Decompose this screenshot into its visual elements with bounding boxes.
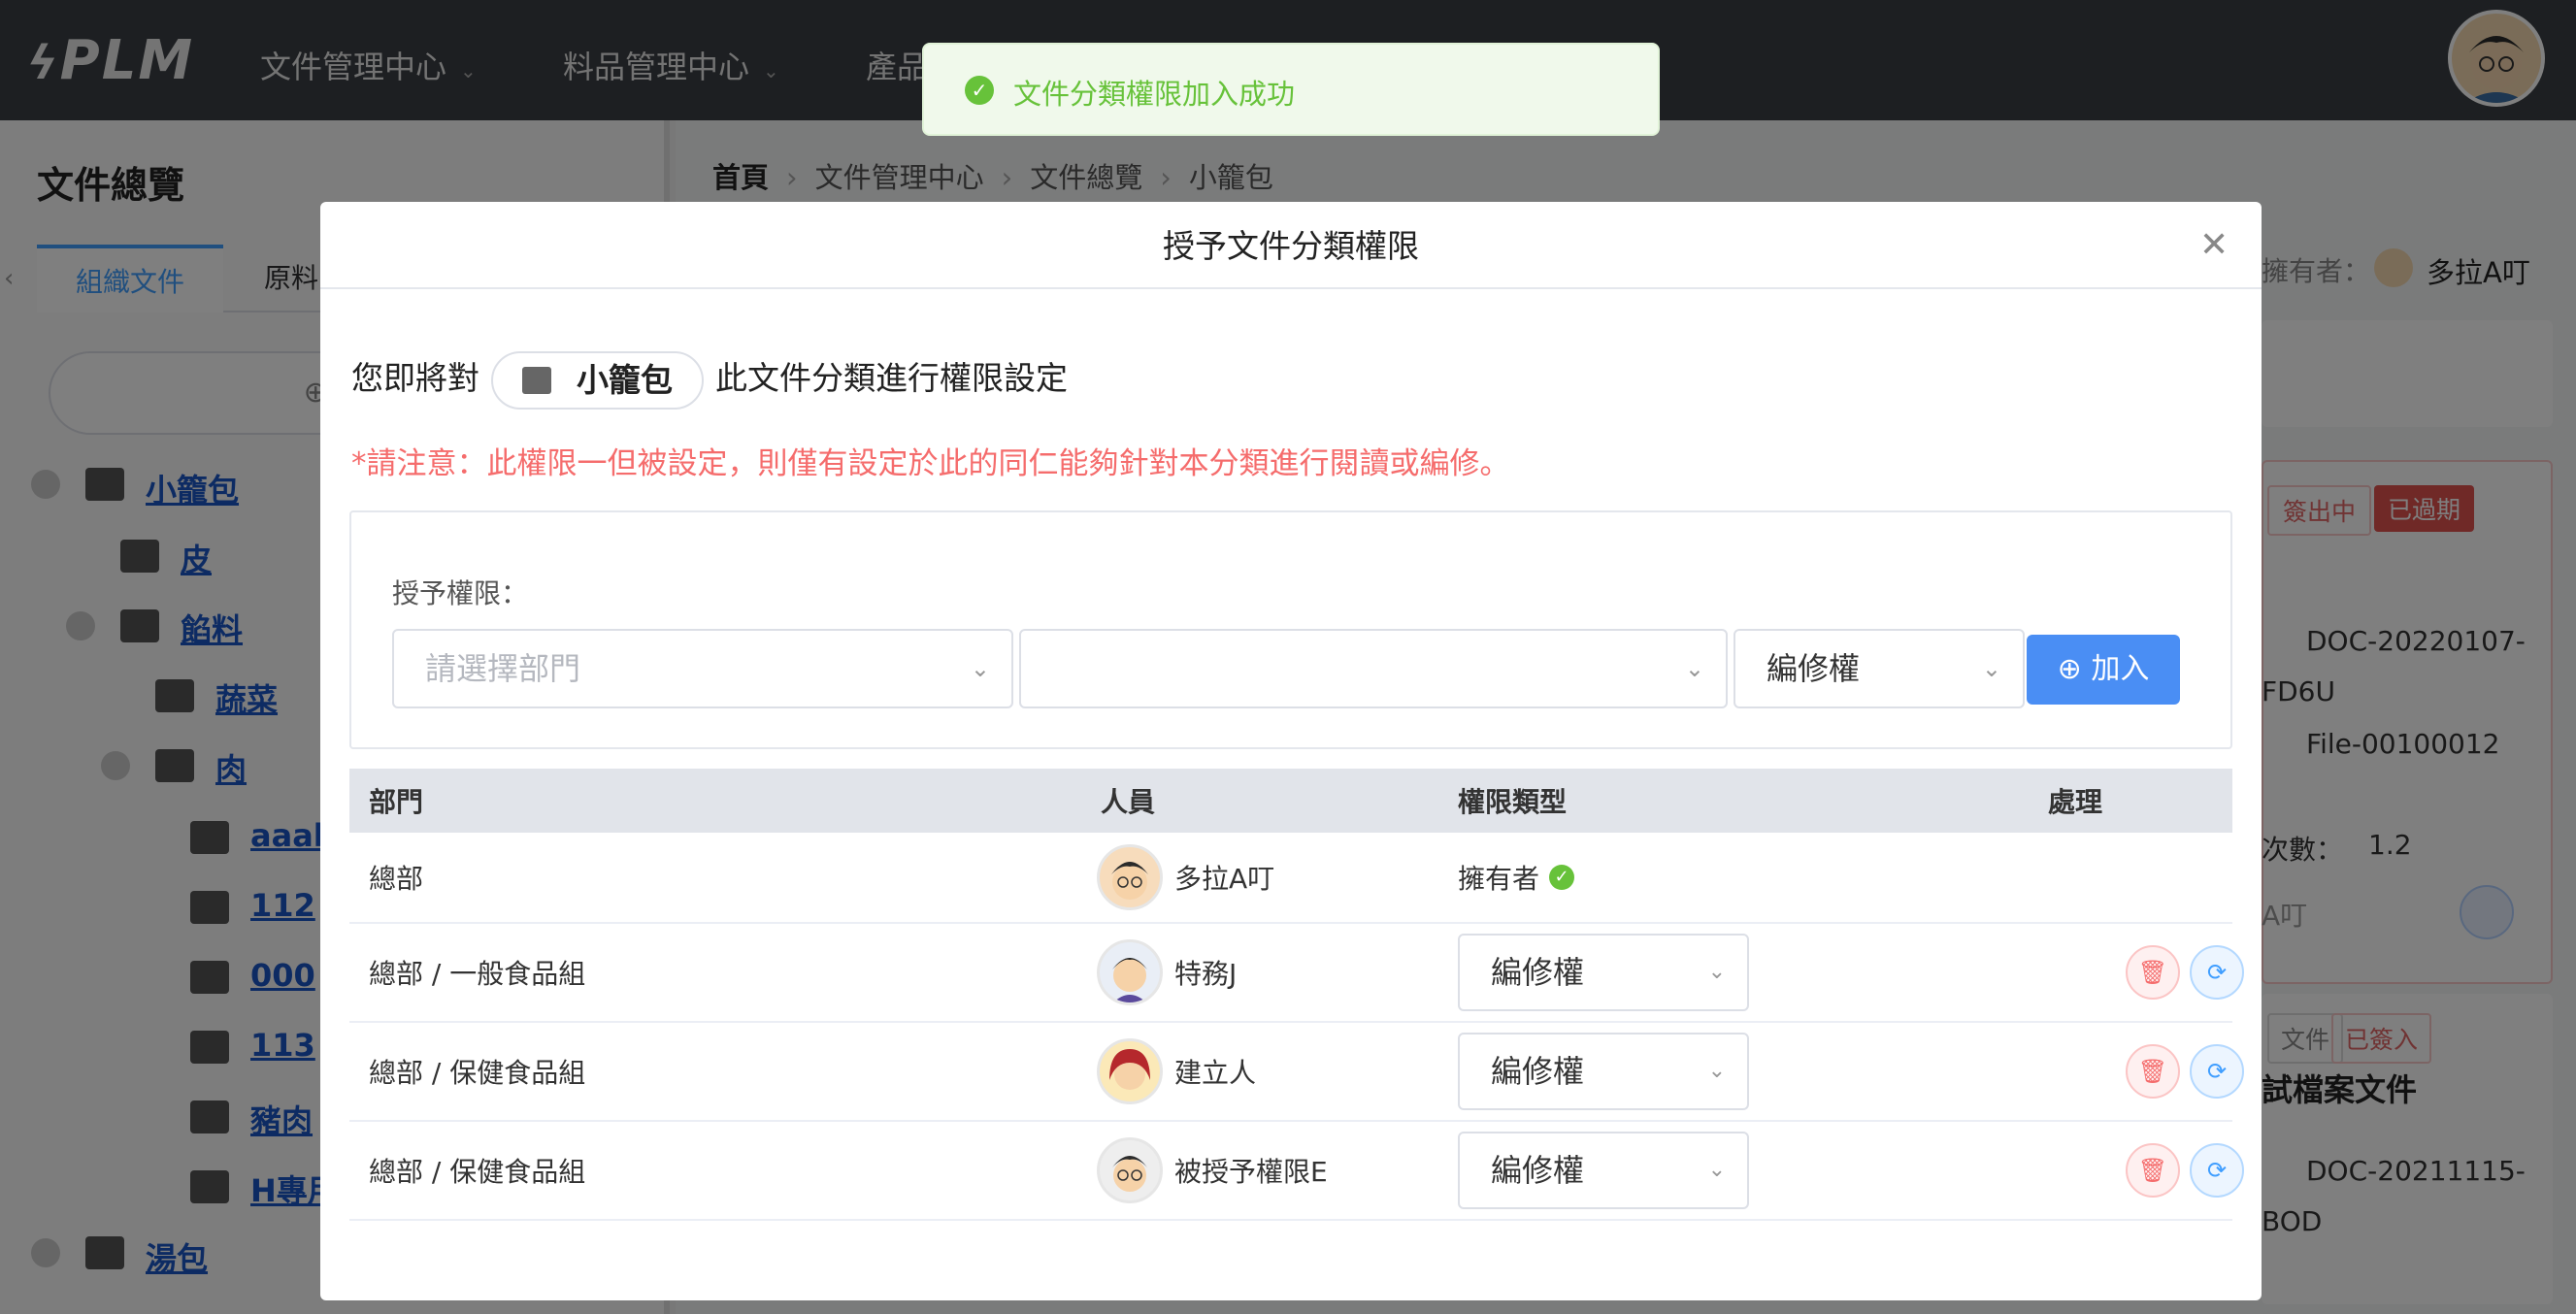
chevron-down-icon: ⌄ [1684, 655, 1704, 682]
delete-button[interactable]: 🗑 [2126, 1143, 2180, 1198]
check-circle-icon: ✓ [1549, 865, 1575, 890]
chevron-down-icon: ⌄ [1707, 960, 1726, 984]
department-cell: 總部 / 一般食品組 [369, 958, 586, 990]
permission-type: 擁有者 [1458, 863, 1540, 895]
person-name: 特務J [1174, 958, 1238, 990]
intro-text: 您即將對 [351, 359, 479, 397]
person-name: 建立人 [1174, 1057, 1257, 1089]
trash-icon: 🗑 [2137, 959, 2168, 986]
avatar [1097, 1038, 1163, 1104]
department-cell: 總部 / 保健食品組 [369, 1057, 586, 1089]
chevron-down-icon: ⌄ [1981, 655, 2001, 682]
column-header: 權限類型 [1458, 786, 1568, 818]
chevron-down-icon: ⌄ [1707, 1158, 1726, 1182]
trash-icon: 🗑 [2137, 1157, 2168, 1184]
permission-cell: 編修權 ⌄ [1458, 924, 1749, 1021]
close-icon[interactable]: ✕ [2199, 228, 2229, 263]
table-row: 總部 / 保健食品組 建立人 編修權 ⌄ 🗑 ⟳ [349, 1023, 2244, 1122]
chevron-down-icon: ⌄ [970, 655, 990, 682]
department-cell: 總部 / 保健食品組 [369, 1156, 586, 1188]
actions-cell: 🗑 ⟳ [2126, 1023, 2254, 1120]
toast-message: 文件分類權限加入成功 [1013, 78, 1296, 111]
dialog-title: 授予文件分類權限 [320, 202, 2262, 289]
actions-cell: 🗑 ⟳ [2126, 1122, 2254, 1219]
person-cell: 多拉A叮 [1097, 833, 1274, 922]
permission-cell: 編修權 ⌄ [1458, 1122, 1749, 1219]
warning-text: *請注意：此權限一但被設定，則僅有設定於此的同仁能夠針對本分類進行閱讀或編修。 [351, 446, 1510, 481]
person-name: 多拉A叮 [1174, 863, 1275, 895]
avatar [1097, 1137, 1163, 1203]
table-row: 總部 / 保健食品組 被授予權限E 編修權 ⌄ 🗑 ⟳ [349, 1122, 2244, 1221]
success-toast: ✓ 文件分類權限加入成功 [922, 43, 1660, 136]
intro-text: 此文件分類進行權限設定 [715, 359, 1068, 397]
refresh-icon: ⟳ [2206, 1058, 2228, 1085]
department-cell: 總部 [369, 863, 424, 895]
permission-table: 部門 人員 權限類型 處理 總部 多拉A叮 擁有者 ✓ 總部 / 一般食品組 特… [349, 769, 2244, 1221]
permission-cell: 編修權 ⌄ [1458, 1023, 1749, 1120]
column-header: 處理 [2048, 786, 2103, 818]
person-cell: 被授予權限E [1097, 1122, 1328, 1219]
avatar [1097, 844, 1163, 910]
table-row: 總部 多拉A叮 擁有者 ✓ [349, 833, 2232, 924]
permission-select[interactable]: 編修權 ⌄ [1458, 1033, 1749, 1110]
person-cell: 特務J [1097, 924, 1237, 1021]
folder-icon [522, 366, 551, 394]
grant-label: 授予權限： [392, 577, 529, 609]
grant-permission-dialog: 授予文件分類權限 ✕ 您即將對 小籠包 此文件分類進行權限設定 *請注意：此權限一但… [320, 202, 2262, 1300]
permission-cell: 擁有者 ✓ [1458, 833, 1575, 922]
column-header: 部門 [369, 786, 424, 818]
trash-icon: 🗑 [2137, 1058, 2168, 1085]
refresh-button[interactable]: ⟳ [2190, 1143, 2244, 1198]
category-name: 小籠包 [577, 360, 673, 399]
permission-select[interactable]: 編修權 ⌄ [1458, 1132, 1749, 1209]
person-name: 被授予權限E [1174, 1156, 1328, 1188]
avatar [1097, 939, 1163, 1005]
category-pill: 小籠包 [491, 350, 704, 410]
delete-button[interactable]: 🗑 [2126, 945, 2180, 1000]
plus-circle-icon: ⊕ [2057, 652, 2092, 686]
department-select[interactable]: 請選擇部門 ⌄ [392, 629, 1013, 708]
permission-select[interactable]: 編修權 ⌄ [1458, 934, 1749, 1011]
check-circle-icon: ✓ [965, 76, 994, 105]
dialog-intro: 您即將對 小籠包 此文件分類進行權限設定 [351, 349, 1068, 410]
column-header: 人員 [1101, 786, 1156, 818]
grant-form: 授予權限： 請選擇部門 ⌄ ⌄ 編修權 ⌄ ⊕ 加入 [349, 510, 2232, 749]
refresh-icon: ⟳ [2206, 1157, 2228, 1184]
delete-button[interactable]: 🗑 [2126, 1044, 2180, 1099]
refresh-icon: ⟳ [2206, 959, 2228, 986]
permission-value: 編修權 [1767, 650, 1861, 687]
actions-cell: 🗑 ⟳ [2126, 924, 2254, 1021]
permission-select[interactable]: 編修權 ⌄ [1734, 629, 2025, 708]
refresh-button[interactable]: ⟳ [2190, 945, 2244, 1000]
person-cell: 建立人 [1097, 1023, 1256, 1120]
person-select[interactable]: ⌄ [1019, 629, 1728, 708]
chevron-down-icon: ⌄ [1707, 1059, 1726, 1083]
table-header: 部門 人員 權限類型 處理 [349, 769, 2232, 833]
refresh-button[interactable]: ⟳ [2190, 1044, 2244, 1099]
add-permission-button[interactable]: ⊕ 加入 [2027, 635, 2180, 705]
table-row: 總部 / 一般食品組 特務J 編修權 ⌄ 🗑 ⟳ [349, 924, 2244, 1023]
department-placeholder: 請選擇部門 [425, 650, 581, 687]
